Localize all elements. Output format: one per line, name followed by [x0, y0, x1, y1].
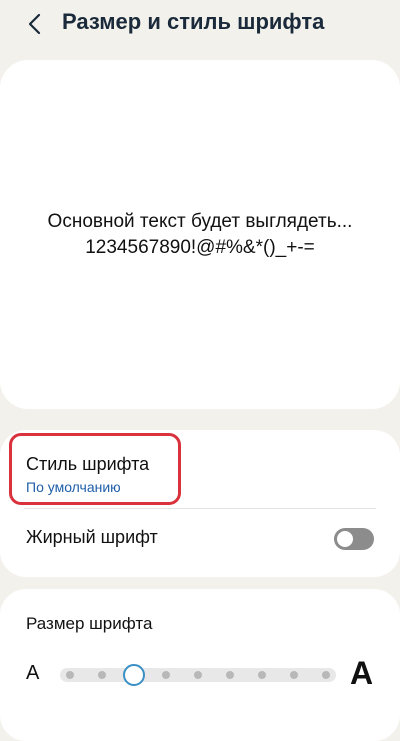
- slider-step-dot[interactable]: [258, 671, 266, 679]
- font-size-label: Размер шрифта: [26, 614, 153, 633]
- font-size-card: Размер шрифта A A: [0, 589, 400, 741]
- slider-step-dot[interactable]: [194, 671, 202, 679]
- chevron-left-icon: [28, 13, 41, 35]
- divider: [24, 508, 376, 509]
- bold-font-label[interactable]: Жирный шрифт: [26, 527, 158, 548]
- preview-text-line: Основной текст будет выглядеть...: [47, 210, 353, 232]
- font-style-label: Стиль шрифта: [26, 454, 150, 474]
- large-font-glyph: A: [350, 655, 374, 691]
- header: Размер и стиль шрифта: [0, 0, 400, 50]
- bold-font-toggle[interactable]: [334, 528, 374, 550]
- font-size-slider[interactable]: [60, 662, 336, 688]
- small-font-glyph: A: [26, 662, 40, 684]
- slider-step-dot[interactable]: [66, 671, 74, 679]
- slider-step-dot[interactable]: [162, 671, 170, 679]
- font-style-item[interactable]: Стиль шрифта По умолчанию: [9, 433, 181, 505]
- back-button[interactable]: [22, 10, 46, 38]
- font-settings-card: Стиль шрифта По умолчанию Жирный шрифт: [0, 430, 400, 577]
- slider-step-dot[interactable]: [290, 671, 298, 679]
- slider-step-dot[interactable]: [226, 671, 234, 679]
- preview-symbols-line: 1234567890!@#%&*()_+-=: [85, 236, 315, 258]
- slider-step-dot[interactable]: [98, 671, 106, 679]
- font-style-value: По умолчанию: [26, 479, 121, 495]
- page-title: Размер и стиль шрифта: [62, 9, 325, 34]
- slider-step-dot[interactable]: [322, 671, 330, 679]
- slider-thumb[interactable]: [123, 664, 145, 686]
- toggle-knob: [337, 531, 353, 547]
- font-preview-card: Основной текст будет выглядеть... 123456…: [0, 60, 400, 409]
